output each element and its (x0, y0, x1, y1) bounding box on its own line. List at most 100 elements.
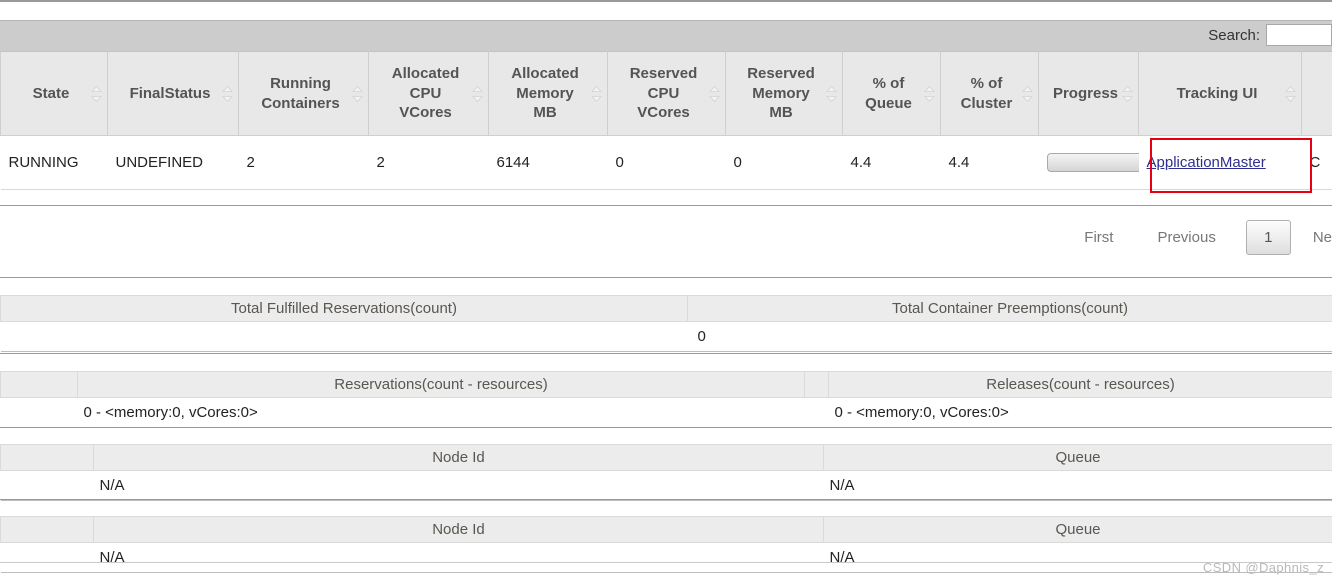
sort-arrows-icon[interactable] (1285, 85, 1296, 102)
column-label-pct-cluster-l2: Cluster (960, 94, 1013, 112)
section-divider-totals (0, 277, 1332, 278)
node-queue-table-1-header-row: Node Id Queue (0, 444, 1332, 471)
header-node-id-1: Node Id (93, 444, 824, 471)
node-queue-table-2-header-row: Node Id Queue (0, 516, 1332, 543)
value-node-2-blank (0, 542, 94, 573)
node-queue-table-2-row: N/A N/A (0, 542, 1332, 573)
column-header-state[interactable]: State (0, 51, 108, 136)
cell-reserved-cpu-vcores: 0 (607, 135, 726, 190)
value-resources-blank-mid (804, 397, 829, 428)
column-label-allocated-cpu-l2: CPU (409, 84, 442, 102)
value-queue-1: N/A (823, 470, 1332, 501)
column-header-reserved-memory-mb[interactable]: Reserved Memory MB (725, 51, 843, 136)
applications-table: State FinalStatus Running Containers All… (0, 51, 1332, 190)
header-releases: Releases(count - resources) (828, 371, 1332, 398)
column-header-tracking-ui[interactable]: Tracking UI (1138, 51, 1302, 136)
sort-arrows-icon[interactable] (826, 85, 837, 102)
sort-arrows-icon[interactable] (709, 85, 720, 102)
column-label-tracking-ui-l1: Tracking UI (1176, 84, 1258, 102)
column-header-progress[interactable]: Progress (1038, 51, 1139, 136)
watermark: CSDN @Daphnis_z (1202, 560, 1324, 575)
cell-pct-of-cluster: 4.4 (940, 135, 1039, 190)
column-label-allocated-cpu-l1: Allocated (391, 64, 460, 82)
section-divider-nodes-2 (0, 499, 1332, 500)
cell-tracking-ui: ApplicationMaster (1138, 135, 1302, 190)
page-root: Search: State FinalStatus Running Contai… (0, 0, 1332, 579)
column-label-state-l1: State (32, 84, 70, 102)
resources-table: Reservations(count - resources) Releases… (0, 371, 1332, 428)
cell-progress (1038, 135, 1151, 190)
value-total-fulfilled-reservations (0, 321, 688, 352)
column-label-reserved-cpu-l3: VCores (637, 104, 690, 122)
header-resources-blank-left (0, 371, 78, 398)
pagination: First Previous 1 Ne (1062, 220, 1332, 255)
column-header-allocated-memory-mb[interactable]: Allocated Memory MB (488, 51, 608, 136)
pagination-first[interactable]: First (1062, 229, 1135, 246)
column-label-pct-queue-l1: % of (872, 74, 905, 92)
applications-table-header-row: State FinalStatus Running Containers All… (0, 51, 1332, 136)
column-label-allocated-cpu-l3: VCores (399, 104, 452, 122)
column-label-reserved-mem-l3: MB (769, 104, 793, 122)
column-label-allocated-mem-l2: Memory (516, 84, 574, 102)
cell-overflow: C (1301, 135, 1332, 190)
pagination-page-1[interactable]: 1 (1245, 220, 1291, 255)
sort-arrows-icon[interactable] (352, 85, 363, 102)
column-label-pct-queue-l2: Queue (865, 94, 912, 112)
column-header-overflow[interactable] (1301, 51, 1332, 136)
section-divider-resources (0, 353, 1332, 354)
search-label: Search: (1208, 26, 1260, 44)
column-label-running-containers-l2: Containers (261, 94, 340, 112)
pagination-previous[interactable]: Previous (1135, 229, 1237, 246)
header-total-container-preemptions: Total Container Preemptions(count) (687, 295, 1332, 322)
column-header-pct-of-queue[interactable]: % of Queue (842, 51, 941, 136)
pagination-zone: First Previous 1 Ne (0, 205, 1332, 277)
column-header-pct-of-cluster[interactable]: % of Cluster (940, 51, 1039, 136)
totals-table: Total Fulfilled Reservations(count) Tota… (0, 295, 1332, 352)
header-total-fulfilled-reservations: Total Fulfilled Reservations(count) (0, 295, 688, 322)
column-label-progress-l1: Progress (1052, 84, 1119, 102)
cell-reserved-memory-mb: 0 (725, 135, 843, 190)
column-label-finalstatus-l1: FinalStatus (129, 84, 211, 102)
sort-arrows-icon[interactable] (222, 85, 233, 102)
top-rule (0, 0, 1332, 20)
column-label-reserved-cpu-l1: Reserved (629, 64, 698, 82)
value-node-id-2: N/A (93, 542, 824, 573)
sort-arrows-icon[interactable] (1022, 85, 1033, 102)
header-node-id-2: Node Id (93, 516, 824, 543)
column-header-finalstatus[interactable]: FinalStatus (107, 51, 239, 136)
value-node-id-1: N/A (93, 470, 824, 501)
header-queue-2: Queue (823, 516, 1332, 543)
sort-arrows-icon[interactable] (924, 85, 935, 102)
column-header-reserved-cpu-vcores[interactable]: Reserved CPU VCores (607, 51, 726, 136)
column-header-running-containers[interactable]: Running Containers (238, 51, 369, 136)
search-control: Search: (1208, 24, 1332, 46)
sort-arrows-icon[interactable] (1122, 85, 1133, 102)
header-node-1-blank (0, 444, 94, 471)
totals-table-header-row: Total Fulfilled Reservations(count) Tota… (0, 295, 1332, 322)
cell-running-containers: 2 (238, 135, 369, 190)
watermark-rule (0, 562, 1332, 563)
pagination-next[interactable]: Ne (1299, 229, 1332, 246)
column-label-reserved-mem-l1: Reserved (747, 64, 815, 82)
node-queue-table-1: Node Id Queue N/A N/A (0, 444, 1332, 501)
sort-arrows-icon[interactable] (91, 85, 102, 102)
header-reservations: Reservations(count - resources) (77, 371, 805, 398)
value-total-container-preemptions: 0 (687, 321, 1332, 352)
cell-allocated-cpu-vcores: 2 (368, 135, 489, 190)
progress-bar (1046, 153, 1151, 172)
table-row: RUNNING UNDEFINED 2 2 6144 0 0 4.4 4.4 A… (0, 135, 1332, 190)
sort-arrows-icon[interactable] (472, 85, 483, 102)
column-label-running-containers-l1: Running (270, 74, 331, 92)
sort-arrows-icon[interactable] (591, 85, 602, 102)
totals-table-row: 0 (0, 321, 1332, 352)
header-resources-blank-mid (804, 371, 829, 398)
node-queue-table-2: Node Id Queue N/A N/A (0, 516, 1332, 573)
column-header-allocated-cpu-vcores[interactable]: Allocated CPU VCores (368, 51, 489, 136)
application-master-link[interactable]: ApplicationMaster (1147, 154, 1266, 171)
cell-state: RUNNING (0, 135, 108, 190)
resources-table-row: 0 - <memory:0, vCores:0> 0 - <memory:0, … (0, 397, 1332, 428)
column-label-pct-cluster-l1: % of (970, 74, 1003, 92)
search-input[interactable] (1266, 24, 1332, 46)
search-bar: Search: (0, 20, 1332, 51)
column-label-reserved-mem-l2: Memory (752, 84, 810, 102)
